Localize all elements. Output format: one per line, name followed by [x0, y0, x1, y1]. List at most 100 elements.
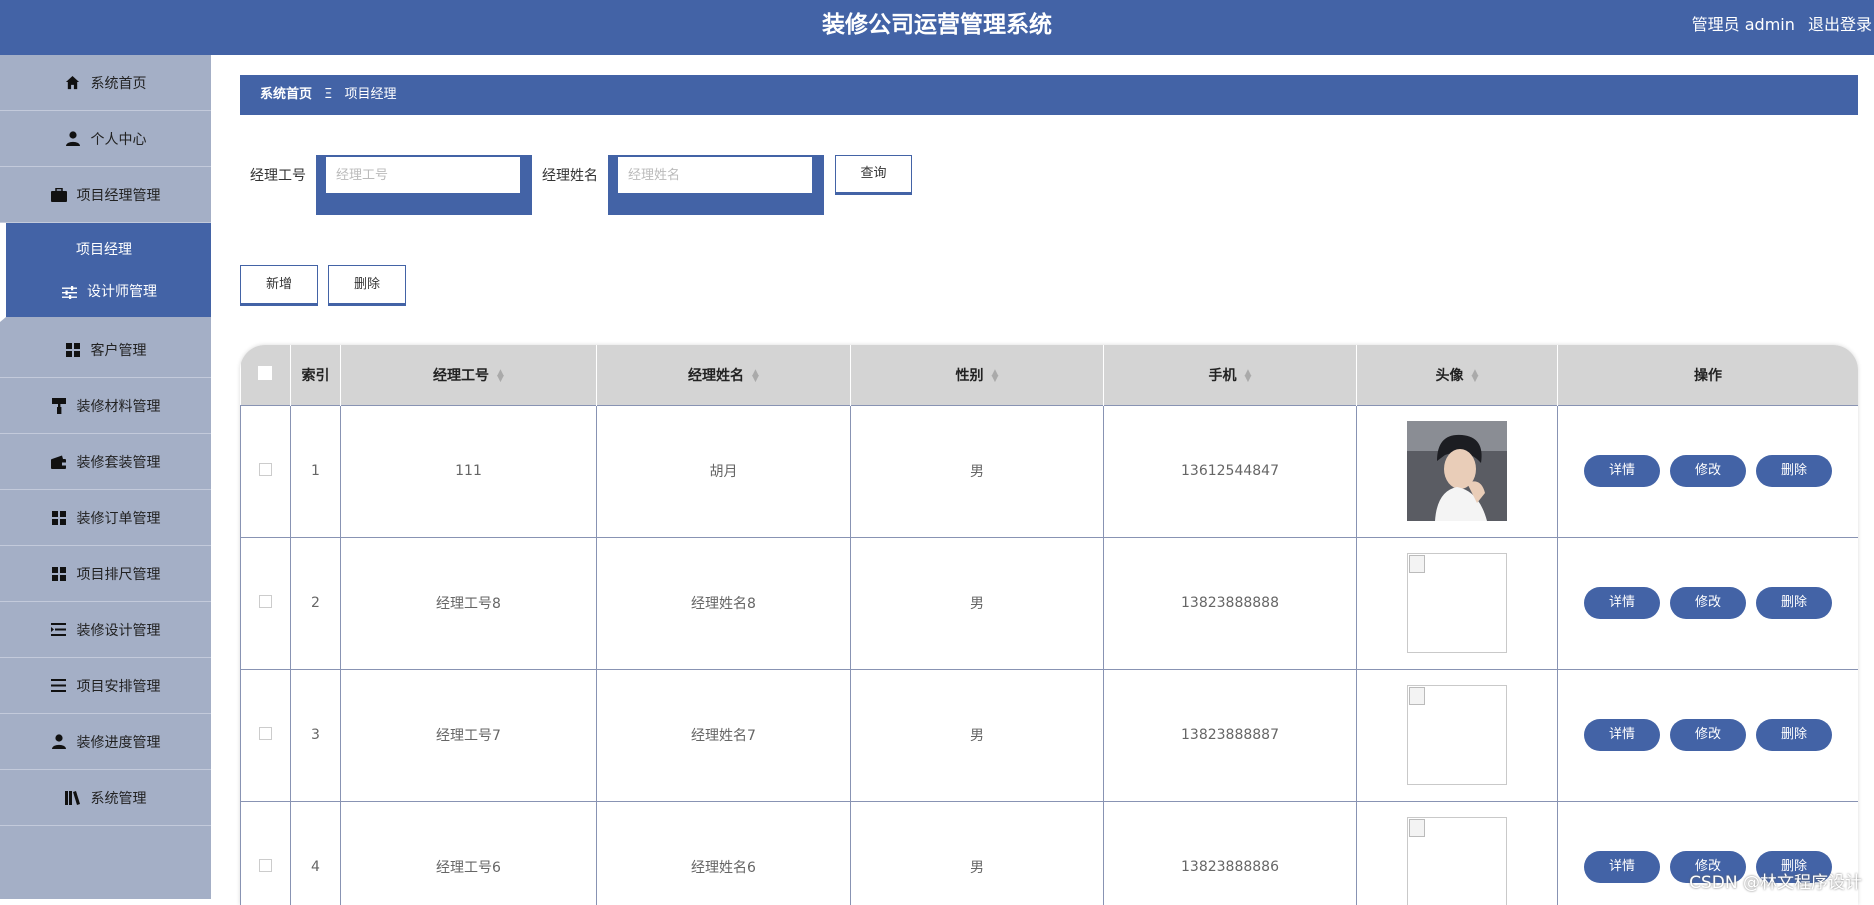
sidebar-item-label: 装修进度管理 — [77, 732, 161, 752]
broken-image-icon — [1407, 553, 1507, 653]
cell-manager-id: 经理工号7 — [341, 669, 597, 801]
manager-id-label: 经理工号 — [250, 165, 306, 185]
edit-button[interactable]: 修改 — [1670, 719, 1746, 751]
sort-icon[interactable]: ▲▼ — [752, 370, 759, 382]
edit-button[interactable]: 修改 — [1670, 587, 1746, 619]
manager-table: 索引 经理工号▲▼ 经理姓名▲▼ 性别▲▼ 手机▲▼ 头像▲▼ 操作 1 111… — [240, 345, 1858, 905]
cell-phone: 13823888888 — [1104, 537, 1357, 669]
grid-icon — [65, 342, 81, 358]
cell-manager-name: 经理姓名8 — [597, 537, 851, 669]
list-indent-icon — [51, 622, 67, 638]
logout-link[interactable]: 退出登录 — [1808, 15, 1872, 34]
sidebar-item-label: 系统管理 — [91, 788, 147, 808]
top-header-bar: 装修公司运营管理系统 管理员 admin 退出登录 — [0, 0, 1874, 55]
column-header-label: 经理工号 — [433, 368, 489, 384]
cell-manager-name: 经理姓名7 — [597, 669, 851, 801]
manager-name-field-wrapper — [608, 155, 824, 215]
delete-button[interactable]: 删除 — [1756, 719, 1832, 751]
grid-icon — [51, 566, 67, 582]
add-button[interactable]: 新增 — [240, 265, 318, 306]
column-header-label: 经理姓名 — [688, 368, 744, 384]
edit-button[interactable]: 修改 — [1670, 455, 1746, 487]
sort-icon[interactable]: ▲▼ — [497, 370, 504, 382]
broken-image-icon — [1407, 685, 1507, 785]
cell-gender: 男 — [851, 801, 1104, 905]
sidebar-item-home[interactable]: 系统首页 — [0, 55, 211, 111]
row-select-cell — [241, 801, 291, 905]
sort-icon[interactable]: ▲▼ — [1245, 370, 1252, 382]
detail-button[interactable]: 详情 — [1584, 851, 1660, 883]
sort-icon[interactable]: ▲▼ — [992, 370, 999, 382]
row-checkbox[interactable] — [259, 727, 272, 740]
query-button[interactable]: 查询 — [835, 155, 912, 195]
sidebar-submenu: 项目经理 设计师管理 — [0, 223, 211, 322]
briefcase-icon — [51, 187, 67, 203]
column-header-phone[interactable]: 手机▲▼ — [1104, 345, 1357, 405]
sidebar-item-system-management[interactable]: 系统管理 — [0, 770, 211, 826]
cell-index: 2 — [291, 537, 341, 669]
sliders-icon — [62, 286, 77, 299]
breadcrumb: 系统首页 Ξ 项目经理 — [240, 75, 1858, 115]
user-icon — [65, 131, 81, 147]
row-select-cell — [241, 537, 291, 669]
grid-icon — [51, 510, 67, 526]
delete-button[interactable]: 删除 — [1756, 455, 1832, 487]
sidebar-item-design-management[interactable]: 装修设计管理 — [0, 602, 211, 658]
sidebar-item-schedule-management[interactable]: 项目安排管理 — [0, 658, 211, 714]
row-checkbox[interactable] — [259, 595, 272, 608]
cell-manager-name: 经理姓名6 — [597, 801, 851, 905]
table-row: 1 111 胡月 男 13612544847 详情修改删除 — [241, 405, 1859, 537]
cell-index: 1 — [291, 405, 341, 537]
sidebar-item-materials-management[interactable]: 装修材料管理 — [0, 378, 211, 434]
sidebar-item-personal-center[interactable]: 个人中心 — [0, 111, 211, 167]
table-row: 4 经理工号6 经理姓名6 男 13823888886 详情修改删除 — [241, 801, 1859, 905]
row-checkbox[interactable] — [259, 463, 272, 476]
paint-roller-icon — [51, 398, 67, 414]
manager-name-input[interactable] — [618, 157, 812, 193]
row-select-cell — [241, 669, 291, 801]
delete-button[interactable]: 删除 — [1756, 587, 1832, 619]
sidebar-item-manager-management[interactable]: 项目经理管理 — [0, 167, 211, 223]
sidebar-subitem-project-manager[interactable]: 项目经理 — [6, 229, 211, 271]
cell-avatar — [1357, 537, 1558, 669]
column-header-label: 头像 — [1436, 368, 1464, 384]
detail-button[interactable]: 详情 — [1584, 587, 1660, 619]
breadcrumb-current: 项目经理 — [345, 87, 397, 102]
manager-name-label: 经理姓名 — [542, 165, 598, 185]
breadcrumb-home-link[interactable]: 系统首页 — [260, 87, 312, 102]
watermark-text: CSDN @林文程序设计 — [1689, 868, 1862, 893]
batch-delete-button[interactable]: 删除 — [328, 265, 406, 306]
avatar-photo — [1407, 421, 1507, 521]
column-header-manager-id[interactable]: 经理工号 ▲▼ — [341, 345, 597, 405]
sidebar-item-label: 系统首页 — [91, 73, 147, 93]
cell-manager-name: 胡月 — [597, 405, 851, 537]
column-header-gender[interactable]: 性别▲▼ — [851, 345, 1104, 405]
cell-avatar — [1357, 669, 1558, 801]
sidebar-item-label: 项目排尺管理 — [77, 564, 161, 584]
select-all-checkbox[interactable] — [258, 366, 272, 380]
sidebar-item-designer-management[interactable]: 设计师管理 — [6, 271, 211, 313]
row-checkbox[interactable] — [259, 859, 272, 872]
column-header-manager-name[interactable]: 经理姓名 ▲▼ — [597, 345, 851, 405]
cell-phone: 13612544847 — [1104, 405, 1357, 537]
select-all-cell — [241, 345, 291, 405]
app-title: 装修公司运营管理系统 — [0, 0, 1874, 55]
sidebar-item-measurement-management[interactable]: 项目排尺管理 — [0, 546, 211, 602]
sidebar-item-order-management[interactable]: 装修订单管理 — [0, 490, 211, 546]
column-header-index: 索引 — [291, 345, 341, 405]
cell-gender: 男 — [851, 669, 1104, 801]
list-icon — [51, 678, 67, 694]
user-icon — [51, 734, 67, 750]
sort-icon[interactable]: ▲▼ — [1472, 370, 1479, 382]
cell-avatar — [1357, 405, 1558, 537]
sidebar-item-package-management[interactable]: 装修套装管理 — [0, 434, 211, 490]
sidebar-item-label: 装修订单管理 — [77, 508, 161, 528]
sidebar-item-customer-management[interactable]: 客户管理 — [0, 322, 211, 378]
detail-button[interactable]: 详情 — [1584, 719, 1660, 751]
detail-button[interactable]: 详情 — [1584, 455, 1660, 487]
column-header-avatar[interactable]: 头像 ▲▼ — [1357, 345, 1558, 405]
sidebar-item-progress-management[interactable]: 装修进度管理 — [0, 714, 211, 770]
broken-image-icon — [1407, 817, 1507, 905]
book-icon — [65, 790, 81, 806]
manager-id-input[interactable] — [326, 157, 520, 193]
